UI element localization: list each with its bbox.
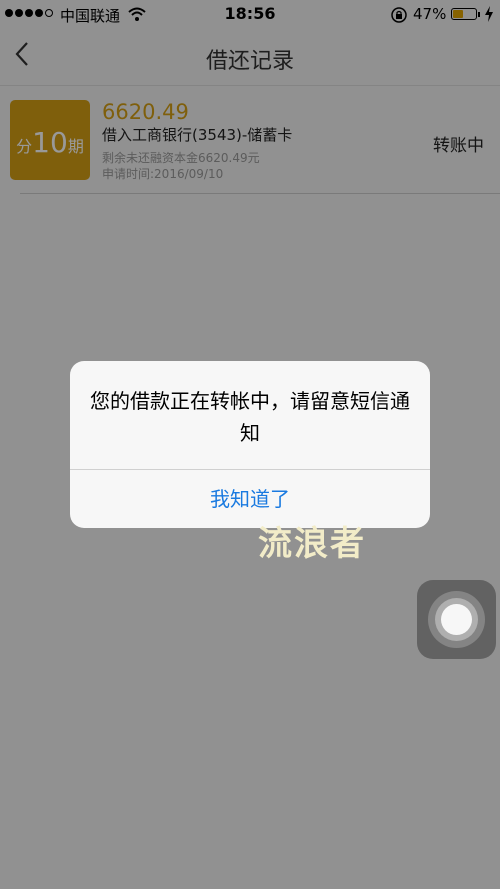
watermark: 流浪者 (258, 524, 366, 564)
assistive-touch-core (441, 604, 472, 635)
acknowledge-button[interactable]: 我知道了 (70, 470, 430, 528)
alert-dialog: 您的借款正在转帐中，请留意短信通知 我知道了 (70, 361, 430, 528)
alert-message: 您的借款正在转帐中，请留意短信通知 (90, 389, 410, 445)
assistive-touch-button[interactable] (417, 580, 496, 659)
